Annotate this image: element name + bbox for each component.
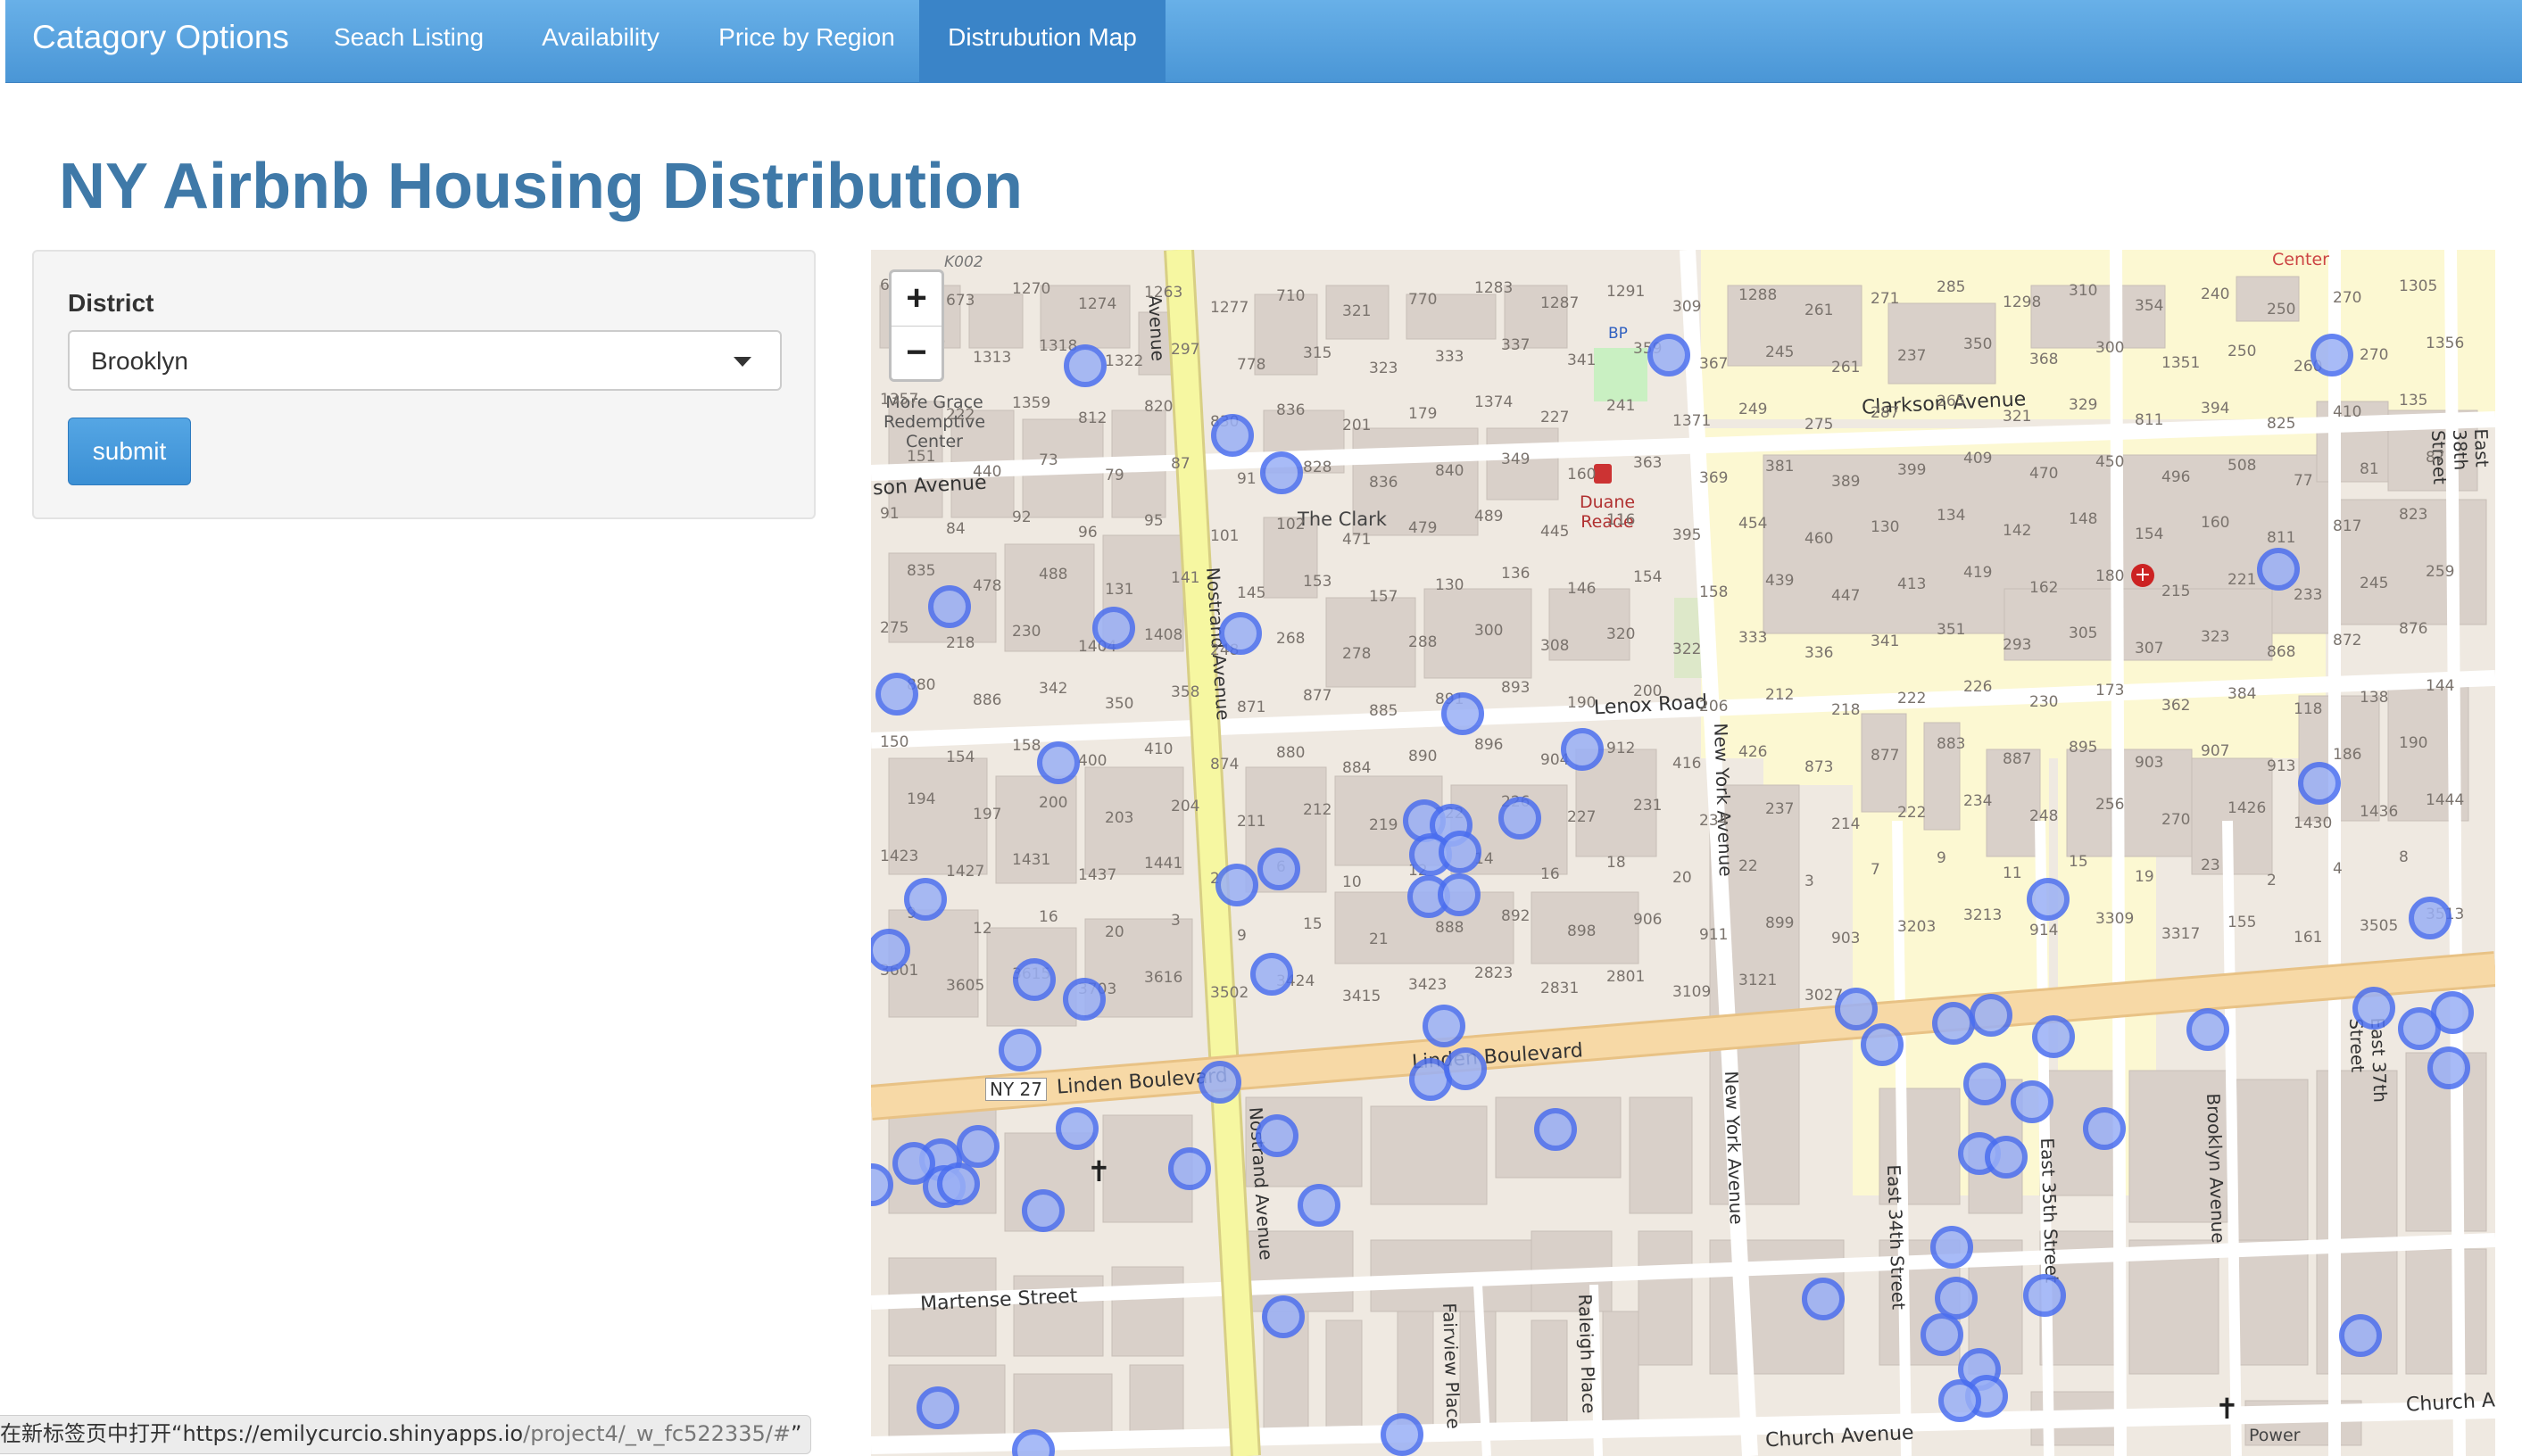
listing-marker[interactable]	[1930, 1226, 1973, 1269]
listing-marker[interactable]	[2352, 987, 2395, 1030]
tab-availability[interactable]: Availability	[521, 0, 680, 83]
listing-marker[interactable]	[2339, 1314, 2382, 1357]
listing-marker[interactable]	[2027, 878, 2070, 921]
submit-button[interactable]: submit	[68, 418, 191, 485]
listing-marker[interactable]	[1835, 988, 1878, 1030]
listing-marker[interactable]	[1498, 797, 1541, 840]
listing-marker[interactable]	[1037, 741, 1080, 784]
listing-marker[interactable]	[1970, 994, 2012, 1037]
district-select-value: Brooklyn	[91, 347, 188, 375]
zoom-control: + −	[889, 269, 944, 382]
listing-marker[interactable]	[1802, 1278, 1845, 1320]
listing-marker[interactable]	[1444, 1047, 1487, 1090]
listing-marker[interactable]	[928, 585, 971, 628]
listing-marker[interactable]	[1199, 1061, 1241, 1104]
listing-marker[interactable]	[2032, 1015, 2075, 1058]
listing-marker[interactable]	[1441, 692, 1484, 735]
listing-marker[interactable]	[1013, 958, 1056, 1001]
link-status-bar: 在新标签页中打开“https://emilycurcio.shinyapps.i…	[0, 1415, 812, 1454]
listing-marker[interactable]	[2310, 334, 2353, 376]
tab-search-listing[interactable]: Seach Listing	[319, 0, 498, 83]
listing-marker[interactable]	[892, 1142, 935, 1185]
listing-marker[interactable]	[1211, 414, 1254, 457]
listing-marker[interactable]	[937, 1162, 980, 1205]
listing-marker[interactable]	[1092, 607, 1135, 649]
listing-marker[interactable]	[1861, 1023, 1904, 1066]
district-label: District	[68, 289, 154, 317]
listing-marker[interactable]	[1250, 953, 1293, 996]
status-url-main: https://emilycurcio.shinyapps.io	[182, 1421, 524, 1446]
listing-marker[interactable]	[2298, 762, 2341, 805]
listing-marker[interactable]	[1932, 1002, 1975, 1045]
listing-marker[interactable]	[1561, 728, 1604, 771]
listing-marker[interactable]	[2011, 1080, 2053, 1123]
listing-marker[interactable]	[2257, 548, 2300, 591]
tab-distribution-map[interactable]: Distrubution Map	[919, 0, 1166, 83]
listing-marker[interactable]	[2409, 897, 2451, 939]
listing-marker[interactable]	[1260, 451, 1303, 494]
listing-marker[interactable]	[1938, 1379, 1981, 1422]
listing-marker[interactable]	[871, 929, 910, 972]
listing-marker[interactable]	[871, 1163, 893, 1206]
listing-marker[interactable]	[1257, 848, 1300, 890]
listing-marker[interactable]	[1647, 334, 1690, 376]
listing-marker[interactable]	[904, 878, 947, 921]
tab-price-by-region[interactable]: Price by Region	[701, 0, 912, 83]
listing-marker[interactable]	[1963, 1063, 2006, 1105]
zoom-in-button[interactable]: +	[892, 272, 942, 327]
listing-marker[interactable]	[957, 1125, 1000, 1168]
listing-marker[interactable]	[2398, 1007, 2441, 1050]
listing-marker[interactable]	[2083, 1107, 2126, 1150]
listing-marker[interactable]	[1168, 1147, 1211, 1190]
listing-marker[interactable]	[1381, 1413, 1423, 1456]
listing-marker[interactable]	[1534, 1108, 1577, 1151]
listing-marker[interactable]	[2427, 1046, 2470, 1089]
district-select[interactable]: Brooklyn	[68, 330, 782, 391]
listing-marker[interactable]	[1064, 344, 1107, 387]
listing-marker[interactable]	[1985, 1136, 2028, 1179]
listing-marker[interactable]	[917, 1386, 959, 1429]
navbar: Catagory Options Seach Listing Availabil…	[5, 0, 2522, 83]
sidebar-panel: District Brooklyn submit	[32, 250, 816, 519]
zoom-out-button[interactable]: −	[892, 327, 942, 380]
listing-marker[interactable]	[1423, 1005, 1465, 1047]
status-url-rest: /project4/_w_fc522335/#	[523, 1421, 791, 1446]
listing-marker[interactable]	[1215, 864, 1258, 906]
listing-marker[interactable]	[1438, 873, 1481, 916]
listing-marker[interactable]	[875, 673, 918, 716]
listing-marker[interactable]	[1012, 1429, 1055, 1456]
listing-marker[interactable]	[1439, 831, 1481, 873]
listing-marker[interactable]	[2186, 1008, 2229, 1051]
listing-marker[interactable]	[1219, 612, 1262, 655]
listing-marker[interactable]	[1262, 1295, 1305, 1338]
listing-marker[interactable]	[1063, 978, 1106, 1021]
listing-marker[interactable]	[1056, 1107, 1099, 1150]
page-title: NY Airbnb Housing Distribution	[59, 151, 1023, 222]
listing-marker[interactable]	[999, 1029, 1041, 1071]
listing-marker[interactable]	[1298, 1184, 1340, 1227]
listing-marker[interactable]	[1921, 1313, 1963, 1356]
listing-marker[interactable]	[2023, 1274, 2066, 1317]
chevron-down-icon	[734, 357, 751, 367]
leaflet-map[interactable]: Avenue enue son Avenue Clarkson Avenue L…	[871, 250, 2495, 1456]
listing-markers	[871, 250, 2495, 1456]
status-prefix: 在新标签页中打开“	[0, 1421, 183, 1446]
listing-marker[interactable]	[1256, 1114, 1298, 1157]
navbar-brand[interactable]: Catagory Options	[32, 0, 289, 83]
listing-marker[interactable]	[1022, 1189, 1065, 1232]
status-suffix: ”	[790, 1421, 802, 1446]
